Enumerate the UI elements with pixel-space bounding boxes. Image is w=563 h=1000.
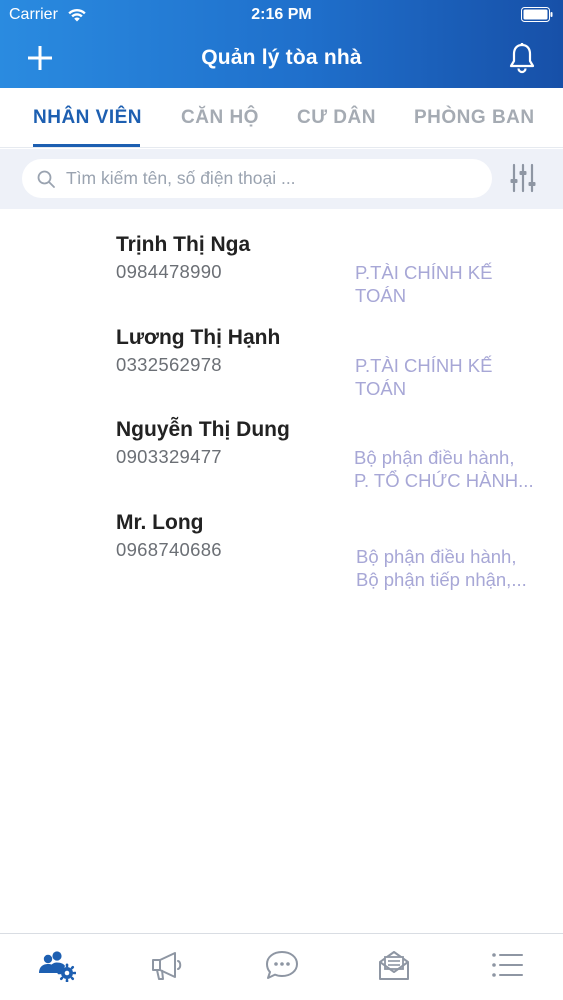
department-line: Bộ phận điều hành, [356,545,517,567]
employee-phone: 0968740686 [116,538,222,560]
tab-can-ho[interactable]: CĂN HỘ [181,107,259,129]
employee-list: Trịnh Thị Nga 0984478990 P.TÀI CHÍNH KẾ … [0,209,563,590]
tab-phong-ban[interactable]: PHÒNG BAN [414,107,535,129]
sliders-icon [510,163,536,193]
mail-icon [379,951,409,980]
tab-menu[interactable] [487,948,527,982]
list-item[interactable]: Lương Thị Hạnh 0332562978 P.TÀI CHÍNH KẾ… [0,302,563,399]
department-line: Bộ phận điều hành, [354,447,515,468]
bottom-tab-bar [0,933,563,1000]
battery-icon [521,7,553,22]
nav-bar: Quản lý tòa nhà [0,30,563,88]
segment-tabs: NHÂN VIÊN CĂN HỘ CƯ DÂN PHÒNG BAN [0,88,563,148]
employee-phone: 0332562978 [116,353,222,375]
department-line: Bộ phận tiếp nhận,... [356,568,527,590]
menu-list-icon [492,953,523,977]
bell-icon [509,43,535,74]
active-tab-indicator [33,144,140,147]
employee-department: Bộ phận điều hành, P. TỔ CHỨC HÀNH... [354,446,536,492]
tab-nhan-vien[interactable]: NHÂN VIÊN [33,107,142,129]
employee-name: Lương Thị Hạnh [116,325,281,349]
employee-department: Bộ phận điều hành, Bộ phận tiếp nhận,... [356,545,536,591]
notification-button[interactable] [507,42,537,74]
list-item[interactable]: Trịnh Thị Nga 0984478990 P.TÀI CHÍNH KẾ … [0,209,563,306]
status-bar: Carrier 2:16 PM [0,0,563,30]
employee-phone: 0903329477 [116,446,222,467]
employee-department: P.TÀI CHÍNH KẾ TOÁN [355,354,535,400]
tab-announcements[interactable] [148,948,188,982]
list-item[interactable]: Mr. Long 0968740686 Bộ phận điều hành, B… [0,487,563,590]
tab-mail[interactable] [374,948,414,982]
tab-cu-dan[interactable]: CƯ DÂN [297,107,376,129]
search-box [22,159,492,198]
tab-chat[interactable] [262,948,302,982]
employee-name: Trịnh Thị Nga [116,233,251,256]
staff-settings-icon [39,951,77,983]
employee-name: Mr. Long [116,510,204,534]
search-input[interactable] [66,159,481,198]
page-title: Quản lý tòa nhà [201,46,362,69]
employee-name: Nguyễn Thị Dung [116,418,290,441]
employee-phone: 0984478990 [116,261,222,282]
chat-bubble-icon [266,951,298,979]
department-line: P.TÀI CHÍNH KẾ [355,262,493,283]
search-bar-area [0,149,563,209]
list-item[interactable]: Nguyễn Thị Dung 0903329477 Bộ phận điều … [0,394,563,491]
search-icon [37,170,55,188]
employee-department: P.TÀI CHÍNH KẾ TOÁN [355,261,535,307]
megaphone-icon [152,952,182,980]
filter-button[interactable] [510,162,536,194]
tab-staff[interactable] [36,948,77,983]
department-line: P.TÀI CHÍNH KẾ [355,354,493,376]
status-time: 2:16 PM [251,6,312,23]
app-header: Carrier 2:16 PM Quản lý tòa nhà [0,0,563,88]
